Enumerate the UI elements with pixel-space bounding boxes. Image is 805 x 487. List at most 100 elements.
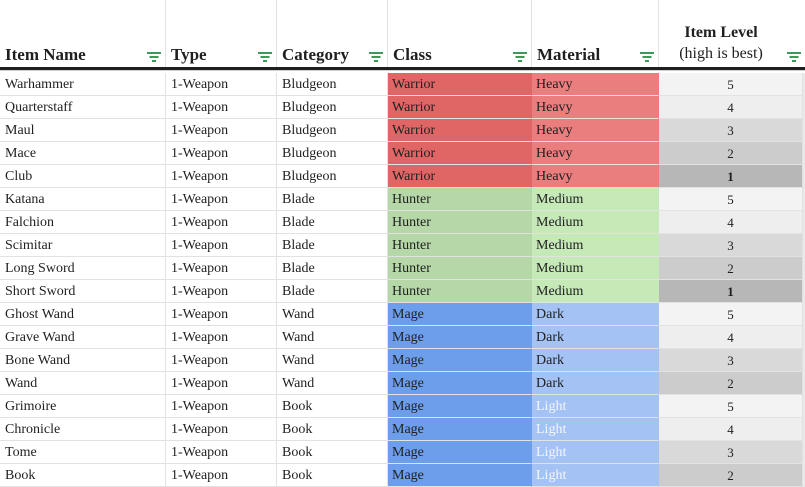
cell-type[interactable]: 1-Weapon — [166, 119, 277, 142]
cell-category[interactable]: Blade — [277, 257, 388, 280]
cell-category[interactable]: Bludgeon — [277, 96, 388, 119]
cell-type[interactable]: 1-Weapon — [166, 395, 277, 418]
header-material[interactable]: Material — [532, 0, 659, 67]
cell-material[interactable]: Medium — [532, 257, 659, 280]
cell-category[interactable]: Book — [277, 418, 388, 441]
cell-type[interactable]: 1-Weapon — [166, 188, 277, 211]
cell-class[interactable]: Mage — [388, 326, 532, 349]
filter-icon[interactable] — [258, 52, 272, 62]
cell-category[interactable]: Book — [277, 441, 388, 464]
cell-item-level[interactable]: 5 — [659, 188, 803, 211]
cell-material[interactable]: Medium — [532, 234, 659, 257]
cell-type[interactable]: 1-Weapon — [166, 303, 277, 326]
cell-type[interactable]: 1-Weapon — [166, 234, 277, 257]
cell-category[interactable]: Bludgeon — [277, 165, 388, 188]
cell-category[interactable]: Wand — [277, 372, 388, 395]
cell-class[interactable]: Hunter — [388, 234, 532, 257]
cell-type[interactable]: 1-Weapon — [166, 257, 277, 280]
cell-item-level[interactable]: 2 — [659, 142, 803, 165]
cell-material[interactable]: Heavy — [532, 142, 659, 165]
cell-item-level[interactable]: 1 — [659, 280, 803, 303]
cell-category[interactable]: Blade — [277, 280, 388, 303]
cell-item-name[interactable]: Falchion — [0, 211, 166, 234]
filter-icon[interactable] — [787, 52, 801, 62]
cell-type[interactable]: 1-Weapon — [166, 418, 277, 441]
cell-class[interactable]: Mage — [388, 349, 532, 372]
cell-type[interactable]: 1-Weapon — [166, 165, 277, 188]
cell-material[interactable]: Medium — [532, 280, 659, 303]
cell-item-level[interactable]: 2 — [659, 257, 803, 280]
cell-item-level[interactable]: 3 — [659, 119, 803, 142]
cell-material[interactable]: Dark — [532, 349, 659, 372]
cell-item-level[interactable]: 4 — [659, 418, 803, 441]
cell-category[interactable]: Book — [277, 464, 388, 487]
cell-item-level[interactable]: 3 — [659, 441, 803, 464]
cell-item-level[interactable]: 5 — [659, 303, 803, 326]
cell-item-name[interactable]: Mace — [0, 142, 166, 165]
cell-class[interactable]: Warrior — [388, 73, 532, 96]
cell-class[interactable]: Hunter — [388, 257, 532, 280]
cell-category[interactable]: Bludgeon — [277, 119, 388, 142]
cell-type[interactable]: 1-Weapon — [166, 280, 277, 303]
cell-item-name[interactable]: Bone Wand — [0, 349, 166, 372]
cell-type[interactable]: 1-Weapon — [166, 73, 277, 96]
cell-type[interactable]: 1-Weapon — [166, 211, 277, 234]
cell-category[interactable]: Bludgeon — [277, 142, 388, 165]
cell-item-name[interactable]: Tome — [0, 441, 166, 464]
cell-item-name[interactable]: Club — [0, 165, 166, 188]
cell-item-name[interactable]: Warhammer — [0, 73, 166, 96]
cell-item-level[interactable]: 4 — [659, 326, 803, 349]
filter-icon[interactable] — [513, 52, 527, 62]
cell-item-name[interactable]: Grimoire — [0, 395, 166, 418]
filter-icon[interactable] — [147, 52, 161, 62]
cell-item-name[interactable]: Katana — [0, 188, 166, 211]
cell-class[interactable]: Warrior — [388, 119, 532, 142]
header-type[interactable]: Type — [166, 0, 277, 67]
cell-item-name[interactable]: Chronicle — [0, 418, 166, 441]
header-item-level[interactable]: Item Level (high is best) — [659, 0, 805, 67]
cell-class[interactable]: Warrior — [388, 142, 532, 165]
header-class[interactable]: Class — [388, 0, 532, 67]
cell-item-level[interactable]: 5 — [659, 395, 803, 418]
cell-category[interactable]: Wand — [277, 326, 388, 349]
cell-class[interactable]: Hunter — [388, 188, 532, 211]
cell-category[interactable]: Blade — [277, 188, 388, 211]
cell-material[interactable]: Dark — [532, 303, 659, 326]
header-category[interactable]: Category — [277, 0, 388, 67]
cell-item-name[interactable]: Grave Wand — [0, 326, 166, 349]
cell-item-level[interactable]: 4 — [659, 211, 803, 234]
cell-material[interactable]: Heavy — [532, 73, 659, 96]
filter-icon[interactable] — [640, 52, 654, 62]
cell-item-name[interactable]: Wand — [0, 372, 166, 395]
cell-item-name[interactable]: Short Sword — [0, 280, 166, 303]
cell-item-name[interactable]: Maul — [0, 119, 166, 142]
filter-icon[interactable] — [369, 52, 383, 62]
cell-material[interactable]: Light — [532, 441, 659, 464]
cell-material[interactable]: Dark — [532, 372, 659, 395]
cell-category[interactable]: Bludgeon — [277, 73, 388, 96]
cell-material[interactable]: Medium — [532, 211, 659, 234]
cell-type[interactable]: 1-Weapon — [166, 326, 277, 349]
cell-class[interactable]: Mage — [388, 372, 532, 395]
cell-item-name[interactable]: Ghost Wand — [0, 303, 166, 326]
cell-category[interactable]: Blade — [277, 211, 388, 234]
cell-type[interactable]: 1-Weapon — [166, 464, 277, 487]
cell-material[interactable]: Light — [532, 418, 659, 441]
cell-category[interactable]: Blade — [277, 234, 388, 257]
cell-item-name[interactable]: Long Sword — [0, 257, 166, 280]
cell-type[interactable]: 1-Weapon — [166, 349, 277, 372]
cell-item-name[interactable]: Quarterstaff — [0, 96, 166, 119]
cell-item-level[interactable]: 3 — [659, 234, 803, 257]
cell-item-level[interactable]: 4 — [659, 96, 803, 119]
cell-type[interactable]: 1-Weapon — [166, 372, 277, 395]
cell-material[interactable]: Dark — [532, 326, 659, 349]
cell-class[interactable]: Hunter — [388, 211, 532, 234]
cell-item-level[interactable]: 1 — [659, 165, 803, 188]
cell-category[interactable]: Wand — [277, 349, 388, 372]
cell-class[interactable]: Mage — [388, 303, 532, 326]
cell-item-level[interactable]: 2 — [659, 464, 803, 487]
cell-item-level[interactable]: 5 — [659, 73, 803, 96]
cell-item-level[interactable]: 2 — [659, 372, 803, 395]
cell-material[interactable]: Heavy — [532, 165, 659, 188]
cell-class[interactable]: Mage — [388, 441, 532, 464]
